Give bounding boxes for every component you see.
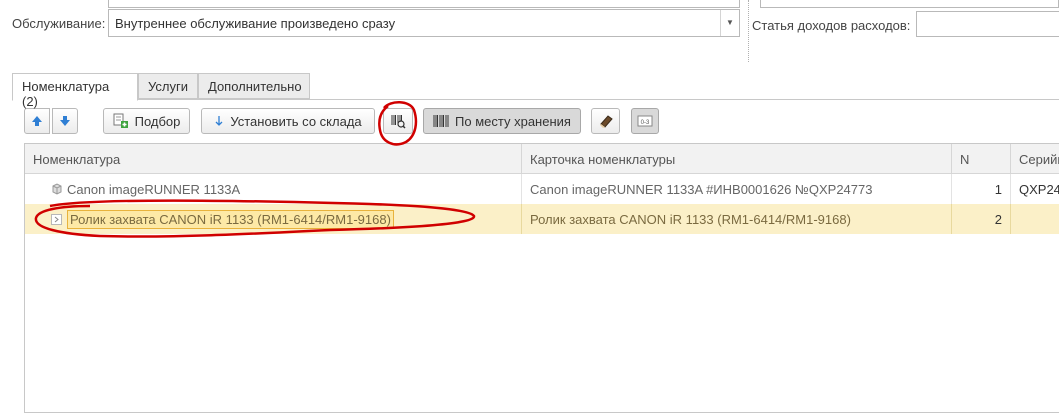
row-card: Ролик захвата CANON iR 1133 (RM1-6414/RM… [522, 204, 952, 234]
tab-services[interactable]: Услуги [138, 73, 198, 99]
top-field-right[interactable] [760, 0, 1059, 8]
product-icon [52, 183, 62, 195]
arrow-down-icon [215, 116, 223, 126]
column-header-serial[interactable]: Серийн [1011, 144, 1059, 174]
chevron-down-icon[interactable]: ▼ [720, 10, 739, 36]
set-from-stock-button[interactable]: Установить со склада [201, 108, 375, 134]
column-header-nomenclature[interactable]: Номенклатура [25, 144, 522, 174]
row-n: 1 [952, 174, 1011, 204]
barcode-number-icon: 0-3 [637, 115, 653, 127]
row-n: 2 [952, 204, 1011, 234]
pick-label: Подбор [134, 113, 181, 129]
by-storage-button[interactable]: По месту хранения [423, 108, 581, 134]
service-value: Внутреннее обслуживание произведено сраз… [115, 16, 396, 31]
column-header-card[interactable]: Карточка номенклатуры [522, 144, 952, 174]
barcode-icon [433, 115, 449, 127]
table-row-selected[interactable]: Ролик захвата CANON iR 1133 (RM1-6414/RM… [25, 204, 1059, 234]
row-nomenclature[interactable]: Ролик захвата CANON iR 1133 (RM1-6414/RM… [67, 210, 394, 229]
row-serial: QXP24 [1011, 174, 1059, 204]
move-up-button[interactable] [24, 108, 50, 134]
barcode-number-button[interactable]: 0-3 [631, 108, 659, 134]
vertical-separator [748, 0, 749, 62]
top-field-left[interactable] [108, 0, 740, 8]
pick-button[interactable]: Подбор [103, 108, 190, 134]
move-down-button[interactable] [52, 108, 78, 134]
tab-nomenclature[interactable]: Номенклатура (2) [12, 73, 138, 109]
tab-additional[interactable]: Дополнительно [198, 73, 310, 99]
barcode-search-button[interactable] [383, 108, 413, 134]
item-expand-icon[interactable] [51, 214, 62, 225]
eraser-icon [599, 115, 613, 128]
tab-divider [12, 99, 1059, 100]
move-down-icon [60, 116, 70, 126]
table-row[interactable]: Canon imageRUNNER 1133A Canon imageRUNNE… [25, 174, 1059, 204]
row-nomenclature-cell: Canon imageRUNNER 1133A [25, 174, 522, 204]
service-label: Обслуживание: [12, 16, 106, 31]
move-up-icon [32, 116, 42, 126]
by-storage-label: По месту хранения [455, 113, 571, 129]
clear-button[interactable] [591, 108, 620, 134]
row-nomenclature: Canon imageRUNNER 1133A [67, 182, 241, 197]
column-header-n[interactable]: N [952, 144, 1011, 174]
set-from-stock-label: Установить со склада [230, 113, 362, 129]
pick-icon [113, 113, 128, 128]
barcode-search-icon [391, 115, 406, 129]
row-serial [1011, 204, 1059, 234]
income-field[interactable] [916, 11, 1059, 37]
row-card: Canon imageRUNNER 1133A #ИНВ0001626 №QXP… [522, 174, 952, 204]
svg-text:0-3: 0-3 [641, 120, 650, 126]
income-label: Статья доходов расходов: [752, 18, 911, 33]
nomenclature-table: Номенклатура Карточка номенклатуры N Сер… [24, 143, 1059, 413]
row-nomenclature-cell: Ролик захвата CANON iR 1133 (RM1-6414/RM… [25, 204, 522, 234]
service-select[interactable]: Внутреннее обслуживание произведено сраз… [108, 9, 740, 37]
